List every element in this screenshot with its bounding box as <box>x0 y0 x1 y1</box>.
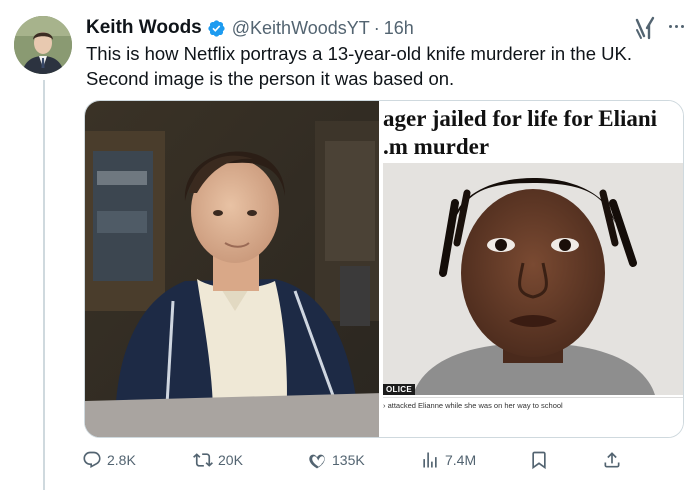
repost-button[interactable]: 20K <box>193 448 243 472</box>
author-name[interactable]: Keith Woods <box>86 17 202 39</box>
photo-credit-tag: OLICE <box>383 384 415 395</box>
like-icon <box>309 454 325 469</box>
media-grid: ager jailed for life for Eliani .m murde… <box>84 100 684 438</box>
photo-caption: › attacked Elianne while she was on her … <box>383 401 563 410</box>
more-icon[interactable] <box>664 16 688 36</box>
tweet-header: Keith Woods @KeithWoodsYT · 16h <box>86 16 414 40</box>
author-handle[interactable]: @KeithWoodsYT <box>232 18 370 39</box>
views-count: 7.4M <box>445 452 477 468</box>
article-photo <box>383 163 683 395</box>
verified-badge-icon <box>208 19 225 37</box>
repost-count: 20K <box>218 452 243 468</box>
action-bar: 2.8K 20K 135K 7.4M <box>80 448 630 472</box>
like-count: 135K <box>332 452 365 468</box>
bookmark-button[interactable] <box>529 448 549 472</box>
timestamp[interactable]: 16h <box>384 18 414 39</box>
avatar[interactable] <box>14 16 72 74</box>
reply-icon <box>83 451 101 469</box>
media-image-news-article[interactable]: ager jailed for life for Eliani .m murde… <box>381 101 683 437</box>
tweet-text: This is how Netflix portrays a 13-year-o… <box>86 43 632 89</box>
reply-button[interactable]: 2.8K <box>82 448 136 472</box>
caption-rule <box>383 397 683 398</box>
share-button[interactable] <box>602 448 622 472</box>
media-image-netflix-still[interactable] <box>85 101 382 437</box>
views-icon <box>423 452 437 468</box>
like-button[interactable]: 135K <box>307 448 365 472</box>
separator-dot: · <box>373 17 380 38</box>
article-headline: ager jailed for life for Eliani .m murde… <box>383 106 658 159</box>
views-button[interactable]: 7.4M <box>420 448 476 472</box>
thread-line <box>43 80 45 490</box>
reply-count: 2.8K <box>107 452 136 468</box>
bookmark-icon <box>532 451 546 470</box>
share-icon <box>604 452 620 468</box>
repost-icon <box>193 453 213 467</box>
grok-icon[interactable] <box>634 16 656 40</box>
